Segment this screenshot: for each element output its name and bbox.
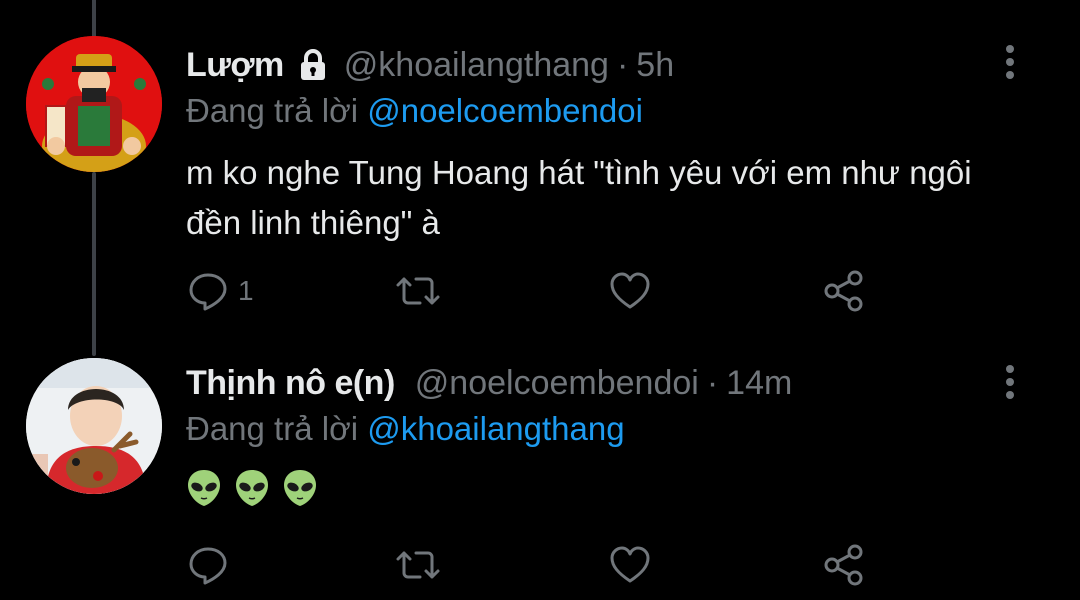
action-bar xyxy=(186,540,886,590)
tweet-text: m ko nghe Tung Hoang hát "tình yêu với e… xyxy=(186,154,972,241)
replying-prefix: Đang trả lời xyxy=(186,92,359,129)
display-name[interactable]: Thịnh nô e(n) xyxy=(186,364,395,403)
god-of-wealth-avatar-icon xyxy=(26,36,162,172)
share-button[interactable] xyxy=(822,266,866,316)
action-bar: 1 xyxy=(186,266,886,316)
handle[interactable]: @khoailangthang xyxy=(344,46,609,85)
alien-emoji-icon: 👽 xyxy=(284,470,316,506)
avatar[interactable] xyxy=(26,358,162,494)
like-button[interactable] xyxy=(608,540,652,590)
share-icon xyxy=(824,270,863,312)
timestamp[interactable]: 14m xyxy=(726,364,792,403)
more-options-icon[interactable] xyxy=(1000,42,1020,82)
reply-button[interactable] xyxy=(186,540,238,590)
replying-to-mention[interactable]: @khoailangthang xyxy=(367,410,624,447)
retweet-icon xyxy=(396,277,440,305)
tweet-header: Thịnh nô e(n) @noelcoembendoi · 14m xyxy=(186,358,792,408)
handle[interactable]: @noelcoembendoi xyxy=(415,364,699,403)
tweet[interactable]: Thịnh nô e(n) @noelcoembendoi · 14m Đang… xyxy=(0,340,1080,600)
reply-count: 1 xyxy=(238,275,254,306)
heart-icon xyxy=(610,546,650,583)
tweet[interactable]: Lượm @khoailangthang · 5h Đang trả lời @… xyxy=(0,0,1080,340)
person-with-reindeer-avatar-icon xyxy=(26,358,162,494)
alien-emoji-icon: 👽 xyxy=(188,470,220,506)
replying-prefix: Đang trả lời xyxy=(186,410,359,447)
retweet-icon xyxy=(396,551,440,579)
replying-to-mention[interactable]: @noelcoembendoi xyxy=(367,92,643,129)
tweet-header: Lượm @khoailangthang · 5h xyxy=(186,40,674,90)
share-icon xyxy=(824,544,863,586)
share-button[interactable] xyxy=(822,540,866,590)
reply-icon xyxy=(189,273,227,311)
replying-to-line: Đang trả lời @noelcoembendoi xyxy=(186,92,643,130)
avatar[interactable] xyxy=(26,36,162,172)
heart-icon xyxy=(610,272,650,309)
reply-button[interactable]: 1 xyxy=(186,266,254,316)
timestamp[interactable]: 5h xyxy=(636,46,674,85)
separator-dot: · xyxy=(706,363,719,402)
separator-dot: · xyxy=(616,45,629,84)
alien-emoji-icon: 👽 xyxy=(236,470,268,506)
more-options-icon[interactable] xyxy=(1000,362,1020,402)
retweet-button[interactable] xyxy=(394,540,442,590)
display-name[interactable]: Lượm xyxy=(186,46,284,85)
like-button[interactable] xyxy=(608,266,652,316)
retweet-button[interactable] xyxy=(394,266,442,316)
reply-icon xyxy=(189,547,227,585)
tweet-text: 👽 👽 👽 xyxy=(186,468,318,508)
lock-icon xyxy=(296,48,330,82)
replying-to-line: Đang trả lời @khoailangthang xyxy=(186,410,625,448)
